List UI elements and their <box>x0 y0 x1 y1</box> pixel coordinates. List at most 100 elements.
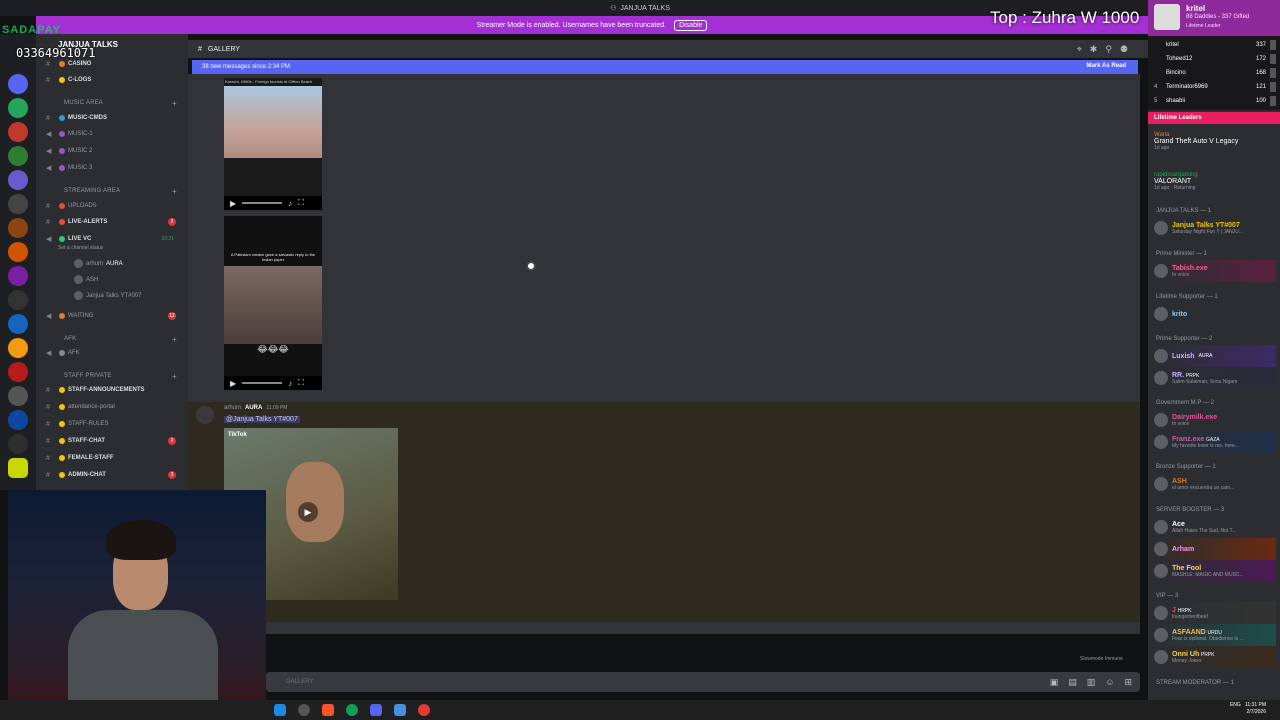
member-ls[interactable]: krito <box>1154 303 1276 325</box>
channel-live-alerts[interactable]: # LIVE-ALERTS 2 <box>46 216 184 228</box>
gift-icon[interactable]: ▣ <box>1050 677 1059 688</box>
video-embed-2[interactable]: A Pakistani creator gave a sarcastic rep… <box>224 216 322 390</box>
play-icon[interactable]: ▶ <box>230 199 236 208</box>
video-embed-1[interactable]: Karachi, 1960s - Foreign tourists at Cli… <box>224 78 322 210</box>
threads-icon[interactable]: ⌖ <box>1077 44 1082 55</box>
edge-browser-icon[interactable] <box>346 704 358 716</box>
server-icon[interactable] <box>8 458 28 478</box>
member-pm[interactable]: Tabish.exe In voice <box>1154 260 1276 282</box>
server-icon[interactable] <box>8 410 28 430</box>
app-icon[interactable] <box>298 704 310 716</box>
server-icon[interactable] <box>8 242 28 262</box>
channel-afk[interactable]: ◀ AFK <box>46 347 184 359</box>
server-icon[interactable] <box>8 146 28 166</box>
channel-music-3[interactable]: ◀ MUSIC 3 <box>46 162 184 174</box>
server-icon[interactable] <box>8 434 28 454</box>
pin-icon[interactable]: ⚲ <box>1105 44 1112 55</box>
server-icon[interactable] <box>8 122 28 142</box>
add-channel-icon[interactable]: + <box>172 372 177 381</box>
channel-attendance-portal[interactable]: # attendance-portal <box>46 401 184 413</box>
member-bronze[interactable]: ASH el amor encuentra un cam... <box>1154 473 1276 495</box>
activity-card[interactable]: Warla Grand Theft Auto V Legacy 1d ago <box>1154 130 1276 152</box>
channel-female-staff[interactable]: # FEMALE-STAFF <box>46 452 184 464</box>
video-progress[interactable] <box>242 202 283 204</box>
server-icon-janjua[interactable] <box>8 74 28 94</box>
server-icon[interactable] <box>8 266 28 286</box>
message-input[interactable]: GALLERY ▣ ▤ ▥ ☺ ⊞ <box>266 672 1140 692</box>
channel-staff-rules[interactable]: # STAFF-RULES <box>46 418 184 430</box>
fullscreen-icon[interactable]: ⛶ <box>298 198 304 208</box>
channel-clogs[interactable]: # C-LOGS <box>46 74 184 86</box>
channel-music-2[interactable]: ◀ MUSIC 2 <box>46 145 184 157</box>
channel-waiting[interactable]: ◀ WAITING 12 <box>46 310 184 322</box>
member-ps2[interactable]: RR. PRPK Salim-Sulaiman, Sonu Nigam <box>1154 367 1276 389</box>
channel-staff-announcements[interactable]: # STAFF-ANNOUNCEMENTS <box>46 384 184 396</box>
avatar[interactable] <box>196 406 214 424</box>
category-music-area[interactable]: MUSIC AREA + <box>64 99 177 108</box>
member-vip2[interactable]: ASFAAND URDU Fear is optional. Obedience … <box>1154 624 1276 646</box>
message-author[interactable]: arhum <box>224 405 241 411</box>
app-icon[interactable] <box>394 704 406 716</box>
category-streaming-area[interactable]: STREAMING AREA + <box>64 187 177 196</box>
member-group-header: Government M.P — 2 <box>1156 400 1214 406</box>
channel-uploads[interactable]: # UPLOADS <box>46 200 184 212</box>
hash-icon: # <box>46 471 50 479</box>
discord-icon[interactable] <box>370 704 382 716</box>
video-progress[interactable] <box>242 382 283 384</box>
server-icon[interactable] <box>8 386 28 406</box>
member-vip1[interactable]: J HRPK loungemeofbeef <box>1154 602 1276 624</box>
server-icon[interactable] <box>8 290 28 310</box>
member-janjua[interactable]: Janjua Talks YT#007 Saturday Night Fun !!… <box>1154 217 1276 239</box>
member-ps1[interactable]: Luxish AURA <box>1154 345 1276 367</box>
avatar <box>74 291 83 300</box>
server-icon[interactable] <box>8 170 28 190</box>
vc-channel-status[interactable]: Set a channel status <box>58 245 103 251</box>
members-icon[interactable]: ⚉ <box>1120 44 1128 55</box>
mark-as-read-button[interactable]: Mark As Read <box>1087 63 1126 69</box>
server-icon[interactable] <box>8 338 28 358</box>
member-booster3[interactable]: The Fool MASHLE: MAGIC AND MUSC... <box>1154 560 1276 582</box>
apps-icon[interactable]: ⊞ <box>1124 677 1132 688</box>
channel-live-vc[interactable]: ◀ LIVE VC 32:21 <box>46 233 184 245</box>
server-icon[interactable] <box>8 98 28 118</box>
volume-icon[interactable]: ♪ <box>288 379 292 388</box>
add-channel-icon[interactable]: + <box>172 335 177 344</box>
category-afk[interactable]: AFK + <box>64 335 177 344</box>
user-mention[interactable]: @Janjua Talks YT#007 <box>224 416 300 423</box>
new-messages-bar[interactable]: 38 new messages since 2:34 PM Mark As Re… <box>192 60 1138 74</box>
member-booster1[interactable]: Ace Allah Hates The Sad, Not T... <box>1154 516 1276 538</box>
file-explorer-icon[interactable] <box>274 704 286 716</box>
server-icon[interactable] <box>8 194 28 214</box>
volume-icon[interactable]: ♪ <box>288 199 292 208</box>
member-booster2[interactable]: Arham <box>1154 538 1276 560</box>
activity-card[interactable]: rapidroargaming VALORANT 1d ago · Returnin… <box>1154 170 1276 192</box>
vc-user-ash[interactable]: ASH <box>74 275 98 284</box>
play-icon[interactable]: ▶ <box>230 379 236 388</box>
add-channel-icon[interactable]: + <box>172 187 177 196</box>
member-vip3[interactable]: Onni Uh PRPK Money Jokes <box>1154 646 1276 668</box>
server-icon[interactable] <box>8 314 28 334</box>
vc-user-janjua[interactable]: Janjua Talks YT#007 <box>74 291 141 300</box>
channel-admin-chat[interactable]: # ADMIN-CHAT 3 <box>46 469 184 481</box>
member-status: MASHLE: MAGIC AND MUSC... <box>1172 571 1244 578</box>
system-tray[interactable]: ENG 11:31 PM 2/7/2026 <box>1230 702 1266 716</box>
emoji-icon[interactable]: ☺ <box>1105 677 1114 688</box>
gif-icon[interactable]: ▤ <box>1068 677 1077 688</box>
brave-browser-icon[interactable] <box>322 704 334 716</box>
add-channel-icon[interactable]: + <box>172 99 177 108</box>
fullscreen-icon[interactable]: ⛶ <box>298 378 304 388</box>
channel-staff-chat[interactable]: # STAFF-CHAT 2 <box>46 435 184 447</box>
play-icon[interactable]: ▶ <box>298 502 318 522</box>
channel-music-cmds[interactable]: # MUSIC-CMDS <box>46 112 184 124</box>
server-icon[interactable] <box>8 362 28 382</box>
chrome-icon[interactable] <box>418 704 430 716</box>
channel-music-1[interactable]: ◀ MUSIC-1 <box>46 128 184 140</box>
notification-bell-icon[interactable]: ✱ <box>1090 44 1098 55</box>
server-icon[interactable] <box>8 218 28 238</box>
disable-streamer-mode-button[interactable]: Disable <box>674 19 708 31</box>
member-gov1[interactable]: Dairymilk.exe In voice <box>1154 409 1276 431</box>
sticker-icon[interactable]: ▥ <box>1087 677 1096 688</box>
category-staff-private[interactable]: STAFF PRIVATE + <box>64 372 177 381</box>
member-gov2[interactable]: Franz.exe GAZA My favorite lover is me, h… <box>1154 431 1276 453</box>
vc-user-arhum[interactable]: arhum AURA <box>74 259 123 268</box>
